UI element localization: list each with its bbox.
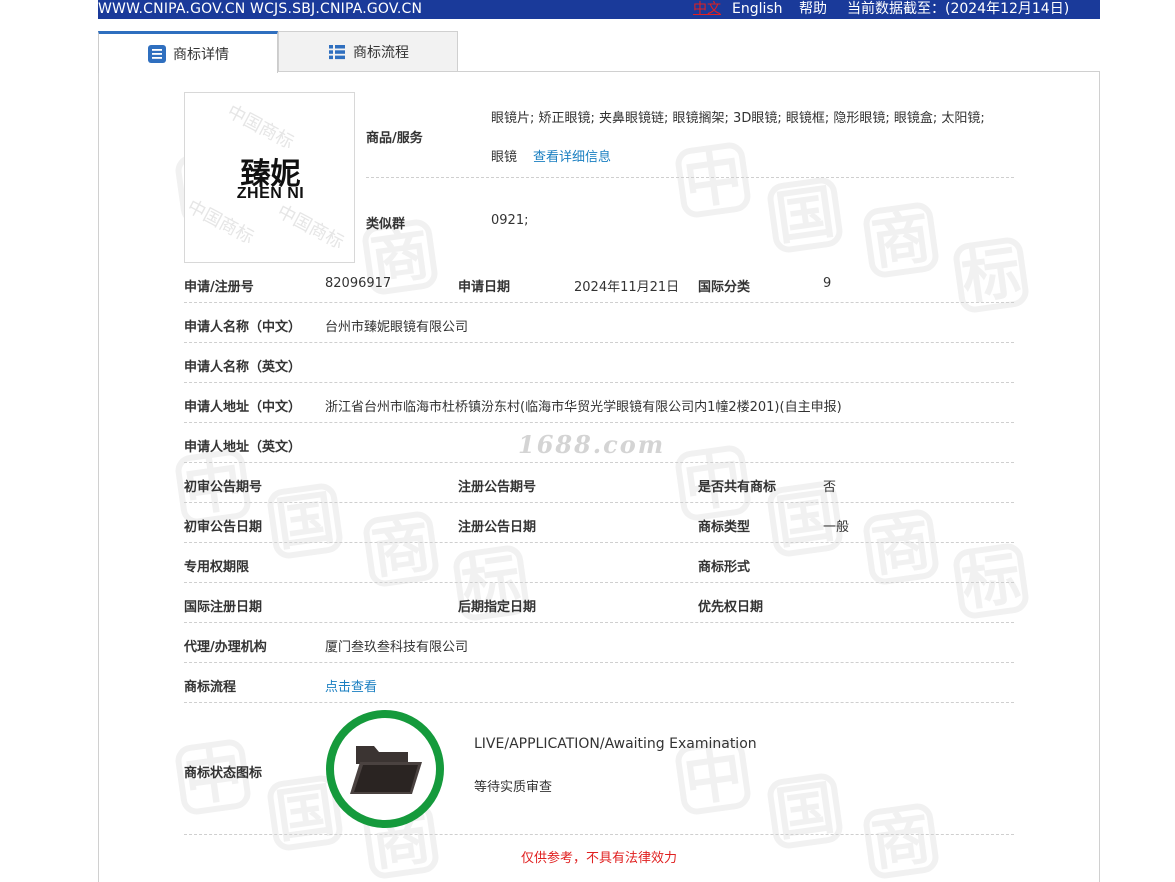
data-as-of: 当前数据截至：(2024年12月14日)	[847, 1, 1070, 17]
tab-trademark-details[interactable]: 商标详情	[98, 31, 278, 73]
priority-date-label: 优先权日期	[698, 600, 764, 615]
watermark-char: 商	[861, 200, 941, 280]
watermark-char: 商	[861, 507, 941, 587]
divider	[184, 422, 1014, 423]
tab-label: 商标详情	[173, 46, 229, 63]
site-urls: WWW.CNIPA.GOV.CN WCJS.SBJ.CNIPA.GOV.CN	[98, 1, 423, 17]
app-date-value: 2024年11月21日	[574, 280, 680, 295]
list-doc-icon	[148, 44, 166, 63]
lang-english-link[interactable]: English	[732, 0, 783, 19]
view-flow-link[interactable]: 点击查看	[325, 676, 377, 695]
divider	[184, 834, 1014, 835]
watermark-char: 标	[951, 541, 1031, 621]
watermark-char: 国	[765, 771, 845, 851]
reg-no-label: 申请/注册号	[184, 280, 254, 295]
status-ring	[326, 710, 444, 828]
list-grid-icon	[329, 45, 345, 60]
intl-class-label: 国际分类	[698, 280, 751, 295]
address-en-label: 申请人地址（英文）	[184, 440, 302, 455]
divider	[184, 542, 1014, 543]
goods-line1: 眼镜片; 矫正眼镜; 夹鼻眼镜链; 眼镜搁架; 3D眼镜; 眼镜框; 隐形眼镜;…	[491, 111, 985, 126]
reg-pub-date-label: 注册公告日期	[458, 520, 537, 535]
agent-label: 代理/办理机构	[184, 640, 267, 655]
applicant-cn-label: 申请人名称（中文）	[184, 320, 302, 335]
applicant-cn-value: 台州市臻妮眼镜有限公司	[325, 320, 469, 335]
watermark-char: 商	[361, 509, 441, 589]
address-cn-label: 申请人地址（中文）	[184, 400, 302, 415]
intl-class-value: 9	[823, 276, 832, 291]
shared-label: 是否共有商标	[698, 480, 777, 495]
prelim-date-label: 初审公告日期	[184, 520, 263, 535]
divider	[366, 177, 1014, 178]
app-date-label: 申请日期	[458, 280, 511, 295]
logo-watermark: 中国商标	[223, 101, 298, 154]
tab-trademark-flow[interactable]: 商标流程	[278, 31, 458, 72]
help-link[interactable]: 帮助	[799, 0, 827, 19]
divider	[184, 342, 1014, 343]
divider	[184, 302, 1014, 303]
tab-label: 商标流程	[353, 45, 409, 61]
divider	[184, 382, 1014, 383]
lang-chinese-link[interactable]: 中文	[693, 0, 721, 19]
shared-value: 否	[823, 480, 837, 495]
prelim-no-label: 初审公告期号	[184, 480, 263, 495]
view-details-link[interactable]: 查看详细信息	[533, 146, 611, 165]
watermark-char: 商	[861, 801, 941, 881]
tm-type-label: 商标类型	[698, 520, 751, 535]
reg-pub-no-label: 注册公告期号	[458, 480, 537, 495]
agent-value: 厦门叁玖叁科技有限公司	[325, 640, 469, 655]
similar-group-value: 0921;	[491, 213, 529, 228]
intl-reg-date-label: 国际注册日期	[184, 600, 263, 615]
goods-line2: 眼镜	[491, 150, 518, 165]
logo-text-en: ZHEN NI	[236, 185, 305, 202]
status-cn: 等待实质审查	[474, 780, 553, 795]
address-cn-value: 浙江省台州市临海市杜桥镇汾东村(临海市华贸光学眼镜有限公司内1幢2楼201)(自…	[325, 400, 842, 415]
status-label: 商标状态图标	[184, 766, 263, 781]
top-bar: WWW.CNIPA.GOV.CN WCJS.SBJ.CNIPA.GOV.CN 中…	[98, 0, 1100, 19]
applicant-en-label: 申请人名称（英文）	[184, 360, 302, 375]
watermark-1688: 1688.com	[518, 430, 666, 459]
similar-group-label: 类似群	[366, 217, 406, 232]
watermark-char: 国	[765, 175, 845, 255]
divider	[184, 662, 1014, 663]
status-en: LIVE/APPLICATION/Awaiting Examination	[474, 736, 757, 752]
folder-open-icon	[350, 746, 422, 794]
divider	[184, 502, 1014, 503]
trademark-image: 中国商标 中国商标 中国商标 臻妮 ZHEN NI	[184, 92, 355, 263]
divider	[184, 582, 1014, 583]
watermark-char: 中	[673, 140, 753, 220]
tab-bar: 商标详情 商标流程	[98, 31, 460, 73]
exclusive-term-label: 专用权期限	[184, 560, 250, 575]
tm-form-label: 商标形式	[698, 560, 751, 575]
divider	[184, 462, 1014, 463]
watermark-char: 国	[265, 481, 345, 561]
divider	[184, 702, 1014, 703]
disclaimer: 仅供参考，不具有法律效力	[520, 851, 677, 866]
tm-type-value: 一般	[823, 520, 850, 535]
divider	[184, 622, 1014, 623]
later-date-label: 后期指定日期	[458, 600, 537, 615]
flow-label: 商标流程	[184, 680, 237, 695]
logo-watermark: 中国商标	[273, 201, 348, 254]
goods-label: 商品/服务	[366, 131, 423, 146]
reg-no-value: 82096917	[325, 276, 392, 291]
